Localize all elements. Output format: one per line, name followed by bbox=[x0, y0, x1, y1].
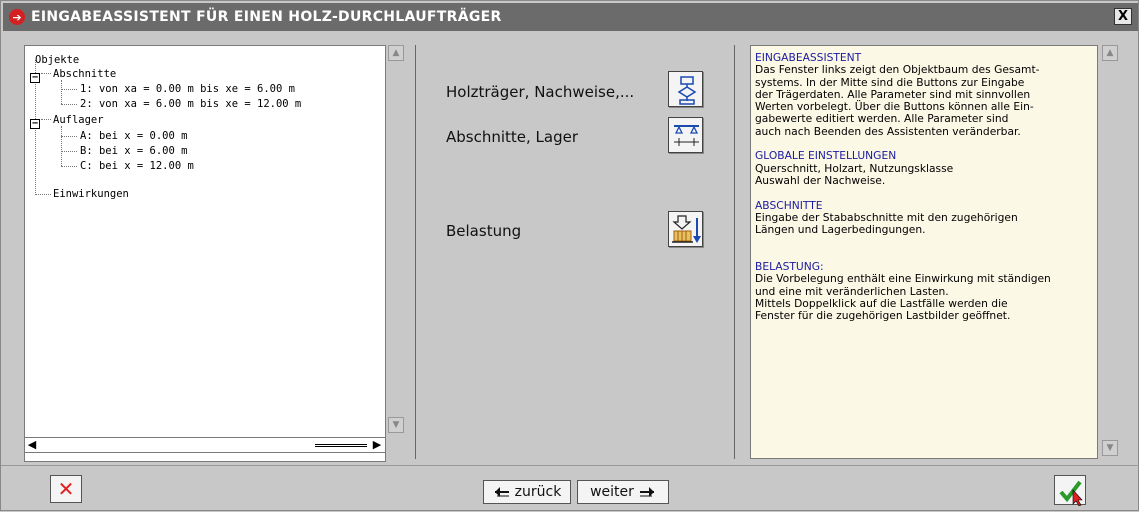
holztraeger-label: Holzträger, Nachweise,... bbox=[446, 83, 635, 101]
back-button[interactable]: zurück bbox=[483, 480, 571, 504]
tree-node-auflager-a[interactable]: A: bei x = 0.00 m bbox=[80, 130, 187, 142]
tree-horizontal-scrollbar[interactable]: ◀ ▶ bbox=[24, 437, 386, 453]
tree-node-abschnitt-1[interactable]: 1: von xa = 0.00 m bis xe = 6.00 m bbox=[80, 83, 295, 95]
tree-connector bbox=[61, 89, 77, 90]
back-label: zurück bbox=[514, 484, 562, 500]
abschnitte-lager-label: Abschnitte, Lager bbox=[446, 128, 579, 146]
info-vertical-scrollbar[interactable]: ▲ ▼ bbox=[1101, 45, 1119, 459]
flowchart-icon bbox=[677, 76, 697, 105]
scroll-thumb[interactable] bbox=[315, 444, 367, 447]
collapse-abschnitte-icon[interactable]: − bbox=[30, 73, 40, 83]
cancel-button[interactable]: ✕ bbox=[50, 475, 82, 503]
holztraeger-button[interactable] bbox=[668, 71, 703, 107]
tree-node-abschnitte[interactable]: Abschnitte bbox=[53, 68, 116, 80]
tree-vertical-scrollbar[interactable]: ▲ ▼ bbox=[387, 45, 405, 435]
tree-connector bbox=[61, 104, 77, 105]
tree-node-auflager[interactable]: Auflager bbox=[53, 114, 104, 126]
tree-node-abschnitt-2[interactable]: 2: von xa = 6.00 m bis xe = 12.00 m bbox=[80, 98, 301, 110]
belastung-button[interactable] bbox=[668, 211, 703, 247]
tree-connector bbox=[41, 73, 51, 74]
tree-connector bbox=[35, 194, 51, 195]
info-panel: EINGABEASSISTENT Das Fenster links zeigt… bbox=[750, 45, 1098, 459]
window-title: EINGABEASSISTENT FÜR EINEN HOLZ-DURCHLAU… bbox=[31, 9, 502, 25]
info-body-belastung: Die Vorbelegung enthält eine Einwirkung … bbox=[755, 272, 1051, 323]
object-tree-panel: Objekte − Abschnitte 1: von xa = 0.00 m … bbox=[24, 45, 386, 462]
next-arrow-icon bbox=[639, 487, 654, 497]
tree-connector bbox=[61, 80, 62, 104]
info-heading-belastung: BELASTUNG: bbox=[755, 260, 824, 274]
scroll-down-arrow-icon[interactable]: ▼ bbox=[388, 417, 404, 433]
load-icon bbox=[672, 215, 701, 243]
tree-node-auflager-b[interactable]: B: bei x = 6.00 m bbox=[80, 145, 187, 157]
info-heading-abschnitte: ABSCHNITTE bbox=[755, 198, 823, 212]
scroll-left-arrow-icon[interactable]: ◀ bbox=[25, 438, 39, 452]
wizard-window: ➔ EINGABEASSISTENT FÜR EINEN HOLZ-DURCHL… bbox=[0, 0, 1139, 511]
checkmark-icon bbox=[1059, 480, 1083, 507]
info-text: EINGABEASSISTENT Das Fenster links zeigt… bbox=[755, 51, 1051, 323]
collapse-auflager-icon[interactable]: − bbox=[30, 119, 40, 129]
title-bar[interactable]: ➔ EINGABEASSISTENT FÜR EINEN HOLZ-DURCHL… bbox=[3, 3, 1138, 31]
ok-button[interactable] bbox=[1054, 475, 1086, 507]
info-body-abschnitte: Eingabe der Stababschnitte mit den zugeh… bbox=[755, 210, 1018, 237]
tree-connector bbox=[61, 151, 77, 152]
tree-node-auflager-c[interactable]: C: bei x = 12.00 m bbox=[80, 160, 194, 172]
tree-connector bbox=[61, 166, 77, 167]
abschnitte-lager-button[interactable] bbox=[668, 117, 703, 153]
back-arrow-icon bbox=[494, 487, 509, 497]
app-arrow-icon: ➔ bbox=[9, 9, 25, 25]
cancel-x-icon: ✕ bbox=[57, 477, 75, 501]
input-buttons-panel: Holzträger, Nachweise,... Abschnitte, La… bbox=[415, 45, 735, 459]
info-body-globale-einstellungen: Querschnitt, Holzart, Nutzungsklasse Aus… bbox=[755, 161, 954, 187]
info-heading-globale-einstellungen: GLOBALE EINSTELLUNGEN bbox=[755, 149, 897, 163]
next-button[interactable]: weiter bbox=[577, 480, 669, 504]
belastung-label: Belastung bbox=[446, 222, 522, 240]
next-label: weiter bbox=[590, 484, 634, 500]
scroll-right-arrow-icon[interactable]: ▶ bbox=[370, 438, 384, 452]
info-heading-eingabeassistent: EINGABEASSISTENT bbox=[755, 51, 862, 64]
scroll-up-arrow-icon[interactable]: ▲ bbox=[388, 45, 404, 61]
tree-node-root[interactable]: Objekte bbox=[35, 54, 79, 66]
info-body-eingabeassistent: Das Fenster links zeigt den Objektbaum d… bbox=[755, 63, 1040, 138]
scroll-up-arrow-icon[interactable]: ▲ bbox=[1102, 45, 1118, 61]
tree-connector bbox=[61, 126, 62, 166]
scroll-down-arrow-icon[interactable]: ▼ bbox=[1102, 440, 1118, 456]
beam-supports-icon bbox=[674, 125, 699, 146]
tree-node-einwirkungen[interactable]: Einwirkungen bbox=[53, 188, 129, 200]
tree-connector bbox=[61, 136, 77, 137]
tree-connector bbox=[41, 119, 51, 120]
close-button[interactable]: X bbox=[1114, 8, 1132, 25]
